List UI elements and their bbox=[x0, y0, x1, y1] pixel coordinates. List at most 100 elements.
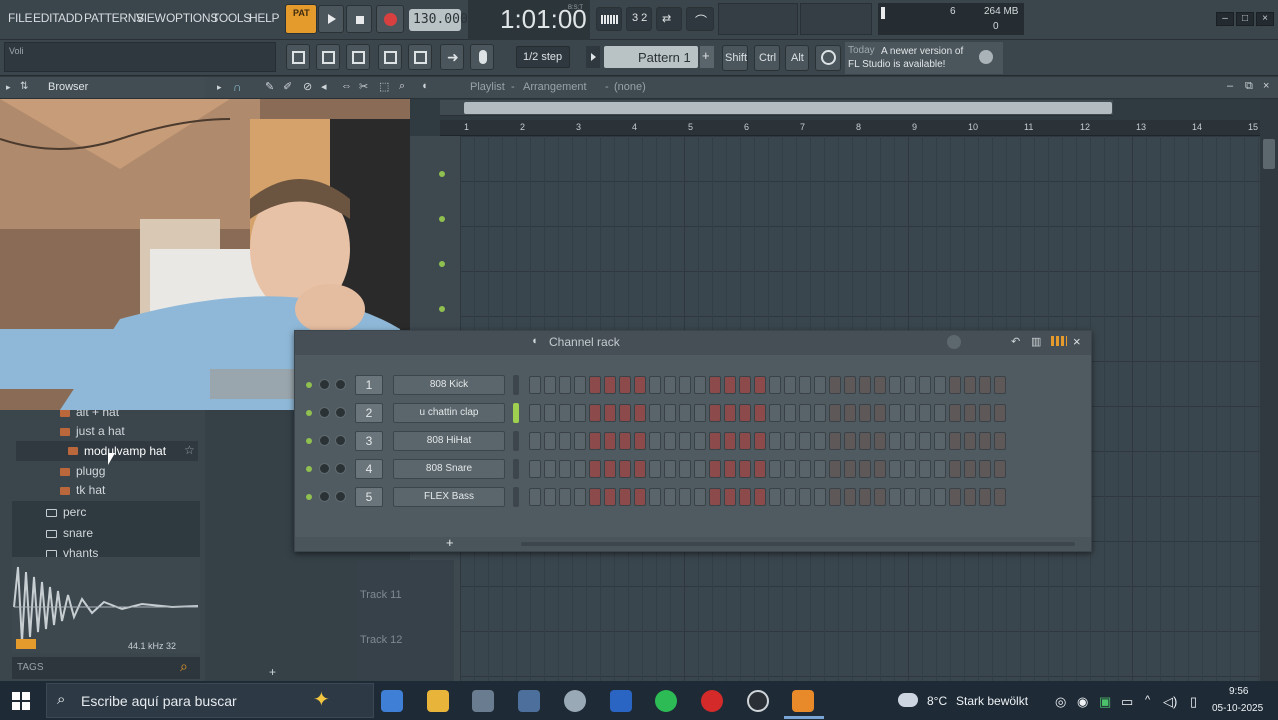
channel-select-indicator[interactable] bbox=[513, 459, 519, 479]
typing-keyboard-button[interactable] bbox=[596, 7, 622, 31]
playlist-maximize-icon[interactable]: ⧉ bbox=[1245, 80, 1253, 93]
record-button[interactable] bbox=[376, 5, 404, 33]
step-button[interactable] bbox=[994, 460, 1006, 478]
piano-roll-button[interactable] bbox=[316, 44, 340, 70]
select-icon[interactable]: ⬚ bbox=[379, 80, 389, 93]
channel-name-button[interactable]: 808 Snare bbox=[393, 459, 505, 479]
graph-icon[interactable]: ▥ bbox=[1031, 335, 1041, 348]
stop-button[interactable] bbox=[346, 5, 372, 33]
track-mute-led[interactable] bbox=[439, 171, 445, 177]
step-edit-button[interactable]: 3 2 bbox=[626, 7, 652, 31]
step-button[interactable] bbox=[829, 404, 841, 422]
pencil-icon[interactable]: ✎ bbox=[265, 80, 274, 93]
step-button[interactable] bbox=[649, 376, 661, 394]
menu-add[interactable]: ADD bbox=[58, 11, 83, 25]
step-button[interactable] bbox=[589, 460, 601, 478]
step-button[interactable] bbox=[664, 404, 676, 422]
step-button[interactable] bbox=[844, 432, 856, 450]
playlist-hscroll[interactable] bbox=[440, 100, 1113, 116]
playlist-ruler[interactable]: 1 2 3 4 5 6 7 8 9 10 11 12 13 14 15 bbox=[440, 120, 1260, 136]
step-button[interactable] bbox=[559, 376, 571, 394]
master-volume-panel[interactable] bbox=[800, 3, 872, 35]
browser-item[interactable]: just a hat bbox=[60, 424, 125, 438]
step-button[interactable] bbox=[634, 460, 646, 478]
step-button[interactable] bbox=[769, 460, 781, 478]
whatsapp-icon[interactable] bbox=[655, 690, 677, 712]
step-button[interactable] bbox=[589, 404, 601, 422]
channel-pan-knob[interactable] bbox=[319, 379, 330, 390]
step-button[interactable] bbox=[814, 376, 826, 394]
step-button[interactable] bbox=[904, 488, 916, 506]
tempo-tap-button[interactable]: ➜ bbox=[440, 44, 464, 70]
sample-preview[interactable]: 44.1 kHz 32 bbox=[12, 557, 200, 653]
step-button[interactable] bbox=[814, 432, 826, 450]
step-button[interactable] bbox=[904, 376, 916, 394]
step-button[interactable] bbox=[919, 488, 931, 506]
step-button[interactable] bbox=[799, 432, 811, 450]
step-button[interactable] bbox=[904, 460, 916, 478]
step-button[interactable] bbox=[889, 376, 901, 394]
step-button[interactable] bbox=[724, 460, 736, 478]
channel-select-indicator[interactable] bbox=[513, 487, 519, 507]
step-button[interactable] bbox=[964, 488, 976, 506]
step-button[interactable] bbox=[694, 460, 706, 478]
channel-rack-button[interactable] bbox=[346, 44, 370, 70]
pattern-prev-button[interactable] bbox=[586, 46, 600, 68]
step-button[interactable] bbox=[949, 376, 961, 394]
channel-rack-header[interactable]: ◖ Channel rack ↶ ▥ × bbox=[295, 331, 1091, 355]
step-button[interactable] bbox=[589, 432, 601, 450]
step-button[interactable] bbox=[979, 376, 991, 394]
step-button[interactable] bbox=[709, 432, 721, 450]
metronome-button[interactable]: ⌒ bbox=[686, 7, 714, 31]
swing-knob-icon[interactable] bbox=[947, 335, 961, 349]
step-button[interactable] bbox=[544, 404, 556, 422]
step-button[interactable] bbox=[844, 488, 856, 506]
step-button[interactable] bbox=[799, 404, 811, 422]
step-button[interactable] bbox=[679, 488, 691, 506]
step-button[interactable] bbox=[619, 376, 631, 394]
channel-volume-knob[interactable] bbox=[335, 435, 346, 446]
step-button[interactable] bbox=[979, 460, 991, 478]
step-button[interactable] bbox=[679, 376, 691, 394]
step-button[interactable] bbox=[949, 488, 961, 506]
news-button[interactable] bbox=[815, 45, 841, 71]
opera-icon[interactable] bbox=[701, 690, 723, 712]
step-button[interactable] bbox=[769, 376, 781, 394]
menu-patterns[interactable]: PATTERNS bbox=[84, 11, 144, 25]
step-button[interactable] bbox=[769, 404, 781, 422]
step-button[interactable] bbox=[619, 432, 631, 450]
step-button[interactable] bbox=[784, 488, 796, 506]
zoom-icon[interactable]: ⌕ bbox=[399, 80, 405, 93]
step-button[interactable] bbox=[604, 460, 616, 478]
step-button[interactable] bbox=[934, 488, 946, 506]
step-button[interactable] bbox=[859, 432, 871, 450]
channel-mute-led[interactable] bbox=[306, 466, 312, 472]
step-button[interactable] bbox=[874, 432, 886, 450]
playlist-minimize-icon[interactable]: – bbox=[1227, 80, 1233, 92]
step-button[interactable] bbox=[589, 376, 601, 394]
scrollbar-thumb[interactable] bbox=[1263, 139, 1275, 169]
channel-select-indicator[interactable] bbox=[513, 375, 519, 395]
step-button[interactable] bbox=[604, 376, 616, 394]
add-track-icon[interactable]: + bbox=[269, 665, 276, 679]
browser-menu-arrow-icon[interactable]: ▸ bbox=[6, 82, 11, 93]
step-button[interactable] bbox=[769, 432, 781, 450]
snap-selector[interactable]: 1/2 step bbox=[516, 46, 570, 68]
channel-mute-led[interactable] bbox=[306, 382, 312, 388]
step-button[interactable] bbox=[739, 376, 751, 394]
step-button[interactable] bbox=[754, 432, 766, 450]
playlist-menu-arrow-icon[interactable]: ▸ bbox=[217, 82, 222, 93]
step-button[interactable] bbox=[859, 376, 871, 394]
taskbar-search[interactable]: ⌕ Escribe aquí para buscar ✦ bbox=[46, 683, 374, 718]
windows-start-button[interactable] bbox=[12, 692, 30, 710]
star-icon[interactable]: ☆ bbox=[184, 443, 195, 457]
step-button[interactable] bbox=[529, 376, 541, 394]
step-button[interactable] bbox=[799, 488, 811, 506]
file-explorer-icon[interactable] bbox=[427, 690, 449, 712]
step-button[interactable] bbox=[799, 460, 811, 478]
hscroll-thumb[interactable] bbox=[464, 102, 1112, 114]
step-button[interactable] bbox=[694, 488, 706, 506]
step-button[interactable] bbox=[859, 404, 871, 422]
channel-mute-led[interactable] bbox=[306, 410, 312, 416]
step-button[interactable] bbox=[754, 376, 766, 394]
